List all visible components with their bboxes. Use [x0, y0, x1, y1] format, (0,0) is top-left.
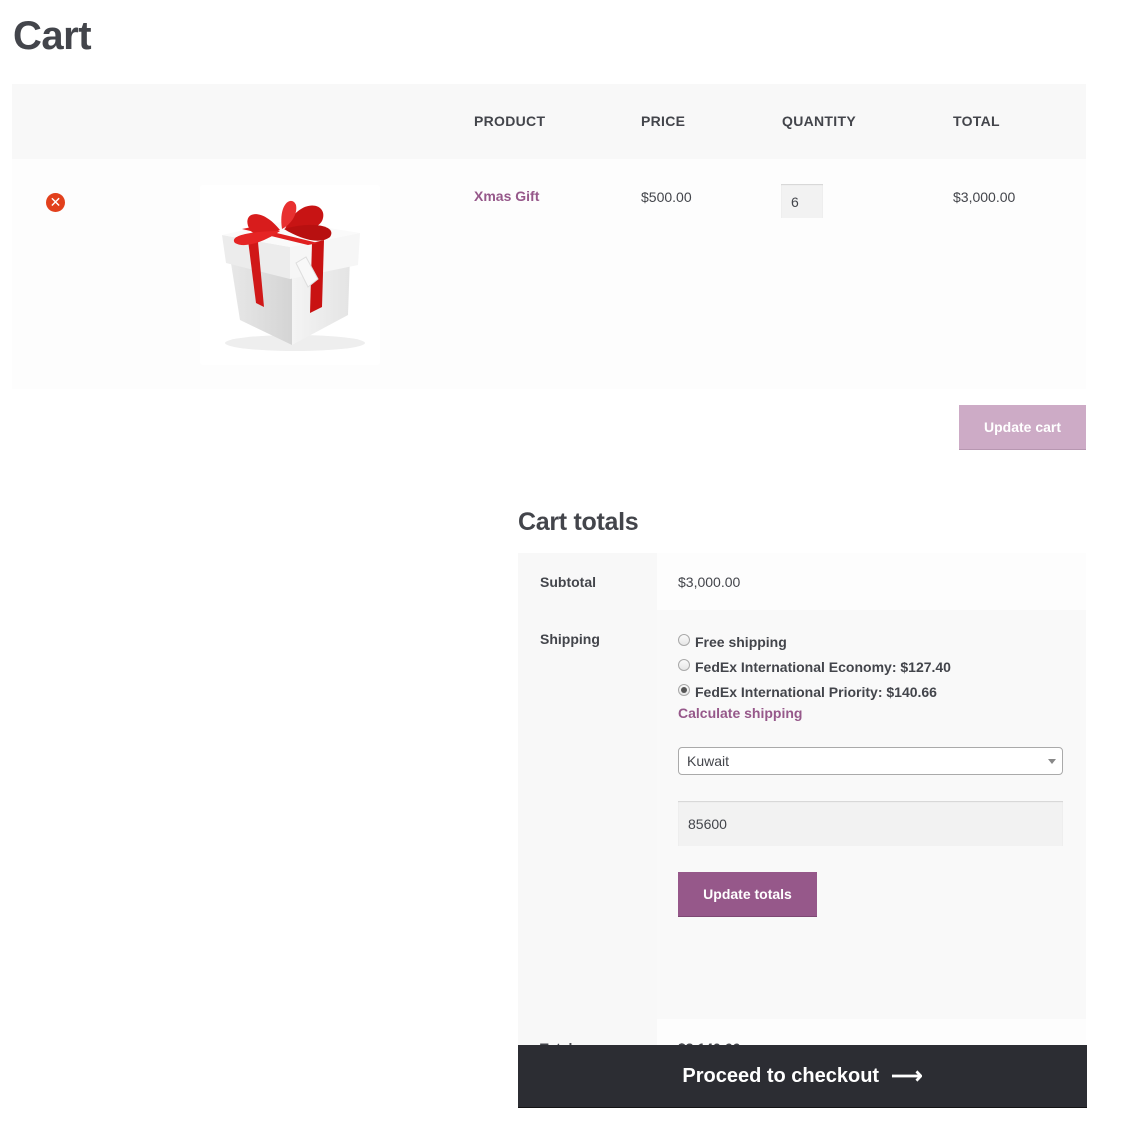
shipping-label: Shipping: [518, 610, 657, 1019]
shipping-option-label: FedEx International Economy: $127.40: [695, 658, 951, 675]
radio-button[interactable]: [678, 634, 690, 646]
cart-totals-title: Cart totals: [518, 508, 639, 536]
calculate-shipping-link[interactable]: Calculate shipping: [678, 705, 1086, 721]
update-totals-button[interactable]: Update totals: [678, 872, 817, 917]
cart-table: PRODUCT PRICE QUANTITY TOTAL ✕ Xmas Gift…: [12, 84, 1086, 389]
subtotal-value: $3,000.00: [657, 553, 1086, 610]
country-select[interactable]: Kuwait: [678, 747, 1063, 775]
header-product: PRODUCT: [474, 113, 546, 129]
shipping-option-fedex-economy[interactable]: FedEx International Economy: $127.40: [678, 654, 1086, 679]
gift-box-image: [222, 200, 365, 351]
checkout-label: Proceed to checkout: [682, 1064, 880, 1087]
shipping-option-fedex-priority[interactable]: FedEx International Priority: $140.66: [678, 679, 1086, 704]
header-total: TOTAL: [953, 113, 1000, 129]
remove-item-button[interactable]: ✕: [46, 193, 65, 212]
cart-item-row: ✕ Xmas Gift $500.00 6 $3,000.00: [12, 159, 1086, 389]
cart-table-header: PRODUCT PRICE QUANTITY TOTAL: [12, 84, 1086, 159]
shipping-option-label: Free shipping: [695, 633, 787, 650]
update-cart-button[interactable]: Update cart: [959, 405, 1086, 450]
product-name-link[interactable]: Xmas Gift: [474, 188, 539, 204]
remove-circle-icon: ✕: [49, 194, 62, 210]
shipping-row: Shipping Free shipping FedEx Internation…: [518, 610, 1086, 1019]
header-price: PRICE: [641, 113, 686, 129]
line-total: $3,000.00: [953, 189, 1016, 205]
postcode-input[interactable]: [678, 801, 1063, 846]
quantity-input[interactable]: [781, 184, 823, 218]
shipping-option-free[interactable]: Free shipping: [678, 629, 1086, 654]
radio-button-selected[interactable]: [678, 684, 690, 696]
shipping-option-label: FedEx International Priority: $140.66: [695, 683, 937, 700]
subtotal-label: Subtotal: [518, 553, 657, 610]
cart-totals-table: Subtotal $3,000.00 Shipping Free shippin…: [518, 553, 1086, 1076]
page-title: Cart: [13, 14, 92, 58]
chevron-down-icon: [1048, 759, 1056, 764]
proceed-to-checkout-button[interactable]: Proceed to checkout ⟶: [518, 1045, 1087, 1108]
arrow-right-icon: ⟶: [891, 1063, 923, 1088]
product-price: $500.00: [641, 189, 692, 205]
country-select-value: Kuwait: [687, 753, 730, 769]
radio-button[interactable]: [678, 659, 690, 671]
header-quantity: QUANTITY: [782, 113, 856, 129]
product-thumbnail[interactable]: [200, 185, 380, 365]
shipping-options: Free shipping FedEx International Econom…: [657, 610, 1086, 1019]
subtotal-row: Subtotal $3,000.00: [518, 553, 1086, 610]
